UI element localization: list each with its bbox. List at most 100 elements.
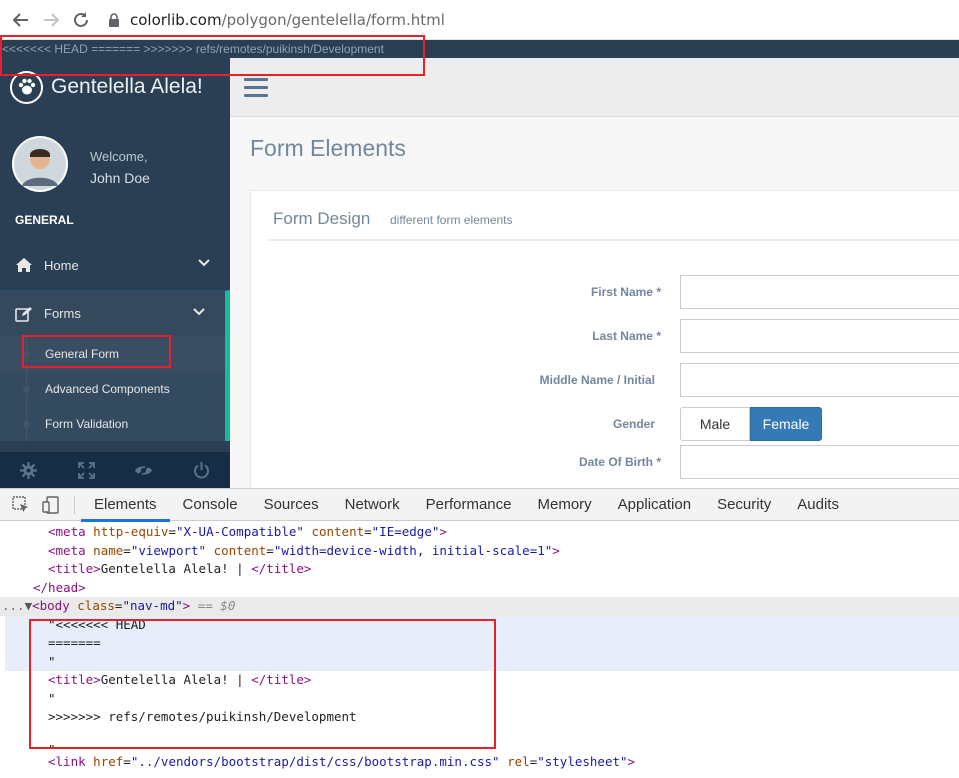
eye-slash-icon [135, 462, 153, 478]
field-label: First Name * [590, 285, 661, 299]
fullscreen-button[interactable] [58, 452, 116, 488]
page-title: Form Elements [250, 135, 406, 161]
first-name-input[interactable] [680, 275, 959, 309]
merge-conflict-banner: <<<<<<< HEAD ======= >>>>>>> refs/remote… [0, 40, 959, 58]
tab-performance[interactable]: Performance [413, 489, 525, 521]
menu-toggle-icon[interactable] [244, 78, 268, 102]
field-label: Gender [612, 417, 655, 431]
subitem-label: Advanced Components [45, 381, 170, 396]
tab-security[interactable]: Security [704, 489, 784, 521]
welcome-text: Welcome, [90, 149, 148, 164]
url-path: /polygon/gentelella/form.html [221, 10, 445, 29]
sidebar-footer [0, 452, 230, 488]
settings-button[interactable] [0, 452, 58, 488]
sidebar-item-label: Forms [44, 306, 81, 321]
dom-node-line[interactable]: <title>Gentelella Alela! | </title> [0, 671, 959, 690]
text-node-line: " [48, 653, 56, 669]
field-label: Middle Name / Initial [539, 373, 655, 387]
gender-toggle-group: Male Female [680, 407, 822, 441]
main-content: Form Elements Form Design different form… [230, 117, 959, 490]
reload-icon [74, 11, 88, 27]
text-node-line: ======= [48, 635, 101, 650]
fullscreen-icon [77, 461, 95, 479]
device-toolbar-button[interactable] [36, 489, 66, 521]
dom-node-body-selected[interactable]: ...▼<body class="nav-md"> == $0 [0, 597, 959, 616]
chevron-down-icon [193, 308, 205, 316]
sidebar-subitem-advanced-components[interactable]: Advanced Components [0, 371, 225, 406]
menu-section-title: GENERAL [15, 213, 74, 227]
form-row-last-name: Last Name * [251, 319, 959, 355]
gender-female-button[interactable]: Female [750, 407, 822, 441]
text-node-block[interactable]: "<<<<<<< HEAD ======= " [5, 615, 959, 671]
settings-icon [20, 461, 38, 479]
subitem-label: General Form [45, 346, 120, 361]
tab-audits[interactable]: Audits [784, 489, 852, 521]
home-icon [15, 257, 39, 273]
devtools-panel: Elements Console Sources Network Perform… [0, 488, 959, 778]
sidebar-item-forms[interactable]: Forms [0, 290, 230, 336]
reload-button[interactable] [66, 5, 96, 35]
inspect-element-button[interactable] [6, 489, 36, 521]
brand-name: Gentelella Alela! [51, 75, 203, 98]
form-row-middle-name: Middle Name / Initial [251, 363, 959, 399]
dom-node-line[interactable]: <title>Gentelella Alela! | </title> [0, 560, 959, 579]
tab-network[interactable]: Network [332, 489, 413, 521]
forms-submenu: General Form Advanced Components Form Va… [0, 336, 230, 441]
panel-subtitle: different form elements [390, 213, 513, 227]
bullet-dot [23, 421, 30, 428]
device-icon [42, 495, 59, 514]
text-node-line[interactable]: >>>>>>> refs/remotes/puikinsh/Developmen… [0, 708, 959, 727]
arrow-left-icon [12, 12, 28, 27]
sidebar-subitem-form-validation[interactable]: Form Validation [0, 406, 225, 441]
url-host: colorlib.com [130, 10, 222, 29]
bullet-dot [23, 351, 30, 358]
sidebar: Gentelella Alela! Welcome, John Doe GENE… [0, 58, 230, 488]
form-row-date-of-birth: Date Of Birth * [251, 445, 959, 481]
forward-button[interactable] [36, 5, 66, 35]
dom-node-line[interactable]: <meta name="viewport" content="width=dev… [0, 542, 959, 561]
gender-male-button[interactable]: Male [680, 407, 750, 441]
tab-console[interactable]: Console [170, 489, 251, 521]
back-button[interactable] [6, 5, 36, 35]
tab-application[interactable]: Application [605, 489, 704, 521]
tab-elements[interactable]: Elements [81, 489, 170, 522]
lock-button[interactable] [115, 452, 173, 488]
last-name-input[interactable] [680, 319, 959, 353]
dom-node-line[interactable]: </head> [0, 579, 959, 598]
text-node-line[interactable]: " [0, 727, 959, 757]
dom-node-line[interactable]: <link href="../vendors/bootstrap/dist/cs… [0, 753, 959, 772]
devtools-tabbar: Elements Console Sources Network Perform… [0, 489, 959, 522]
form-panel: Form Design different form elements Firs… [250, 190, 959, 490]
sidebar-subitem-general-form[interactable]: General Form [0, 336, 225, 371]
browser-toolbar: colorlib.com/polygon/gentelella/form.htm… [0, 0, 959, 40]
sidebar-item-label: Home [44, 257, 79, 273]
panel-title: Form Design [273, 209, 371, 228]
date-of-birth-input[interactable] [680, 445, 959, 479]
sidebar-item-home[interactable]: Home [0, 240, 230, 290]
dom-tree: <meta http-equiv="X-UA-Compatible" conte… [0, 521, 959, 771]
dom-node-line[interactable]: <meta http-equiv="X-UA-Compatible" conte… [0, 523, 959, 542]
divider [268, 239, 959, 241]
text-node-line: "<<<<<<< HEAD [48, 616, 146, 632]
profile: Welcome, John Doe [0, 116, 230, 214]
form-row-first-name: First Name * [251, 275, 959, 311]
middle-name-input[interactable] [680, 363, 959, 397]
text-node-line[interactable]: " [0, 690, 959, 709]
subitem-label: Form Validation [45, 416, 129, 431]
field-label: Date Of Birth * [578, 455, 661, 469]
lock-icon [109, 12, 119, 27]
paw-icon [10, 70, 43, 104]
tab-sources[interactable]: Sources [251, 489, 332, 521]
username: John Doe [90, 170, 150, 186]
toolbar-separator [74, 495, 75, 514]
brand[interactable]: Gentelella Alela! [0, 58, 230, 116]
edit-icon [15, 306, 39, 322]
address-bar[interactable]: colorlib.com/polygon/gentelella/form.htm… [108, 11, 445, 29]
logout-button[interactable] [173, 452, 231, 488]
form-row-gender: Gender Male Female [251, 407, 959, 443]
avatar [12, 136, 68, 192]
triangle-down-icon: ▼ [24, 598, 33, 613]
cursor-select-icon [12, 495, 28, 512]
chevron-down-icon [198, 259, 210, 267]
tab-memory[interactable]: Memory [525, 489, 605, 521]
